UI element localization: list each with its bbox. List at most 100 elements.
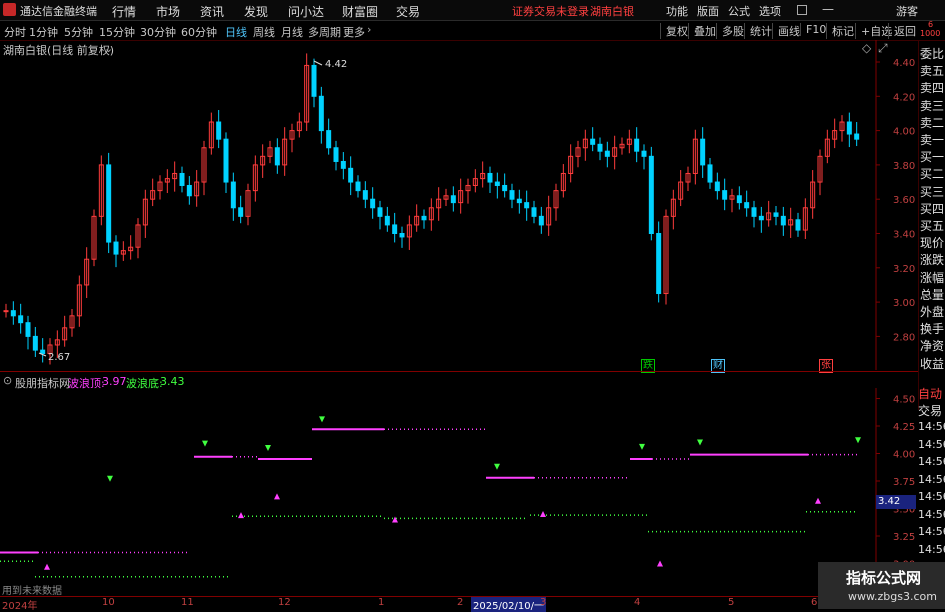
- candle-body: [311, 64, 317, 97]
- side-time-item: 14:56: [918, 472, 945, 486]
- candles-group: [3, 53, 860, 365]
- side-panel-item: 卖四: [920, 81, 945, 96]
- y-tick-label: 3.40: [893, 230, 915, 241]
- x-label-dec: 12: [278, 597, 291, 608]
- x-cursor-date: 2025/02/10/一: [471, 597, 547, 612]
- candle-body: [230, 181, 236, 209]
- side-panel-item: 总量: [920, 287, 945, 302]
- menu-trade[interactable]: 交易: [396, 3, 420, 20]
- y-tick-label: 4.40: [893, 58, 915, 69]
- chevron-right-icon[interactable]: ›: [367, 23, 371, 36]
- period-multi[interactable]: 多周期: [308, 24, 341, 40]
- back-button[interactable]: 返回: [888, 23, 921, 39]
- side-panel-item: 换手: [920, 322, 945, 337]
- y-axis-ticks: 4.40 4.20 4.00 3.80 3.60 3.40 3.20 3.00 2.80: [876, 58, 915, 343]
- candlestick-chart[interactable]: 4.40 4.20 4.00 3.80 3.60 3.40 3.20 3.00 2.80 4.4…: [0, 40, 918, 370]
- menu-ask[interactable]: 问小达: [288, 3, 324, 20]
- candle-body: [399, 233, 405, 238]
- side-trade[interactable]: 交易: [918, 402, 942, 419]
- period-weekly[interactable]: 周线: [253, 24, 275, 40]
- sell-triangle-icon: [265, 445, 271, 451]
- indicator-chart[interactable]: 4.504.254.003.753.503.253.00: [0, 388, 918, 596]
- side-time-item: 14:56: [918, 437, 945, 451]
- menu-options[interactable]: 选项: [759, 3, 781, 19]
- side-panel-item: 买四: [920, 201, 945, 216]
- menu-market-quotes[interactable]: 行情: [112, 3, 136, 20]
- period-5min[interactable]: 5分钟: [64, 24, 93, 40]
- sell-triangle-icon: [107, 475, 113, 482]
- menu-layout[interactable]: 版面: [697, 3, 719, 19]
- x-label-nov: 11: [181, 597, 194, 608]
- x-label-mar: 3: [540, 597, 547, 608]
- side-panel-item: 卖五: [920, 64, 945, 79]
- candle-body: [707, 164, 713, 183]
- period-timeline[interactable]: 分时: [4, 24, 26, 40]
- indicator-collapse-icon[interactable]: ⊙: [3, 374, 12, 387]
- login-warning[interactable]: 证券交易未登录: [512, 3, 589, 19]
- skin-icon[interactable]: [797, 5, 807, 15]
- menu-market[interactable]: 市场: [156, 3, 180, 20]
- period-monthly[interactable]: 月线: [281, 24, 303, 40]
- candle-body: [340, 160, 346, 169]
- side-panel-item: 买一: [920, 150, 945, 165]
- menu-function[interactable]: 功能: [666, 3, 688, 19]
- candle-body: [223, 138, 229, 183]
- y-tick-label: 4.20: [893, 92, 915, 103]
- buy-triangle-icon: [274, 493, 280, 500]
- period-15min[interactable]: 15分钟: [99, 24, 135, 40]
- side-times: 14:56 14:56 14:56 14:56 14:56 14:56 14:56 14:56…: [918, 420, 945, 580]
- x-label-jun: 6: [811, 597, 818, 608]
- candle-body: [538, 215, 544, 226]
- menu-formula[interactable]: 公式: [728, 3, 750, 19]
- guest-label[interactable]: 游客: [896, 3, 918, 19]
- side-panel-item: 外盘: [920, 305, 945, 319]
- candle-body: [106, 164, 112, 243]
- period-toolbar: 分时 1分钟 5分钟 15分钟 30分钟 60分钟 日线 周线 月线 多周期 更…: [0, 21, 945, 41]
- side-panel-item: 买三: [920, 184, 945, 199]
- minimize-icon[interactable]: —: [822, 2, 834, 16]
- side-time-item: 14:56: [918, 525, 945, 538]
- y-tick-label: 4.00: [893, 127, 915, 138]
- candle-body: [450, 195, 456, 204]
- candle-body: [648, 155, 654, 234]
- candle-body: [773, 212, 779, 217]
- candle-body: [370, 198, 376, 209]
- watermark-url: www.zbgs3.com: [848, 590, 937, 603]
- sell-triangle-icon: [855, 437, 861, 444]
- buy-triangle-icon: [657, 560, 663, 567]
- pane-divider[interactable]: [0, 371, 918, 372]
- app-logo-icon: [3, 3, 16, 16]
- side-panel-item: 涨跌: [920, 253, 945, 268]
- x-label-oct: 10: [102, 597, 115, 608]
- y-tick-label: 3.60: [893, 195, 915, 206]
- side-auto[interactable]: 自动: [918, 385, 942, 402]
- buy-triangle-icon: [540, 511, 546, 517]
- menu-wealth[interactable]: 财富圈: [342, 3, 378, 20]
- candle-body: [641, 150, 647, 157]
- period-60min[interactable]: 60分钟: [181, 24, 217, 40]
- watermark-title: 指标公式网: [846, 569, 922, 587]
- candle-body: [744, 202, 750, 209]
- period-more[interactable]: 更多: [343, 24, 365, 40]
- menu-news[interactable]: 资讯: [200, 3, 224, 20]
- ind-y-tick-label: 4.00: [893, 450, 915, 461]
- side-panel-item: 净资: [920, 339, 945, 354]
- candle-body: [531, 207, 537, 217]
- period-30min[interactable]: 30分钟: [140, 24, 176, 40]
- x-label-feb: 2: [457, 597, 464, 608]
- indicator-triangles-group: [44, 416, 861, 570]
- y-tick-label: 3.00: [893, 298, 915, 309]
- side-panel-item: 收益: [920, 356, 945, 371]
- x-label-may: 5: [728, 597, 735, 608]
- app-name: 通达信金融终端: [20, 5, 97, 18]
- candle-body: [714, 181, 720, 192]
- period-daily[interactable]: 日线: [225, 24, 247, 40]
- side-panel-item: 买二: [920, 167, 945, 182]
- x-label-2024: 2024年: [2, 601, 38, 612]
- period-1min[interactable]: 1分钟: [29, 24, 58, 40]
- candle-body: [3, 310, 9, 313]
- candle-body: [10, 310, 16, 317]
- future-data-note: 用到未来数据: [2, 586, 62, 597]
- candle-body: [751, 207, 757, 217]
- menu-discover[interactable]: 发现: [244, 3, 268, 20]
